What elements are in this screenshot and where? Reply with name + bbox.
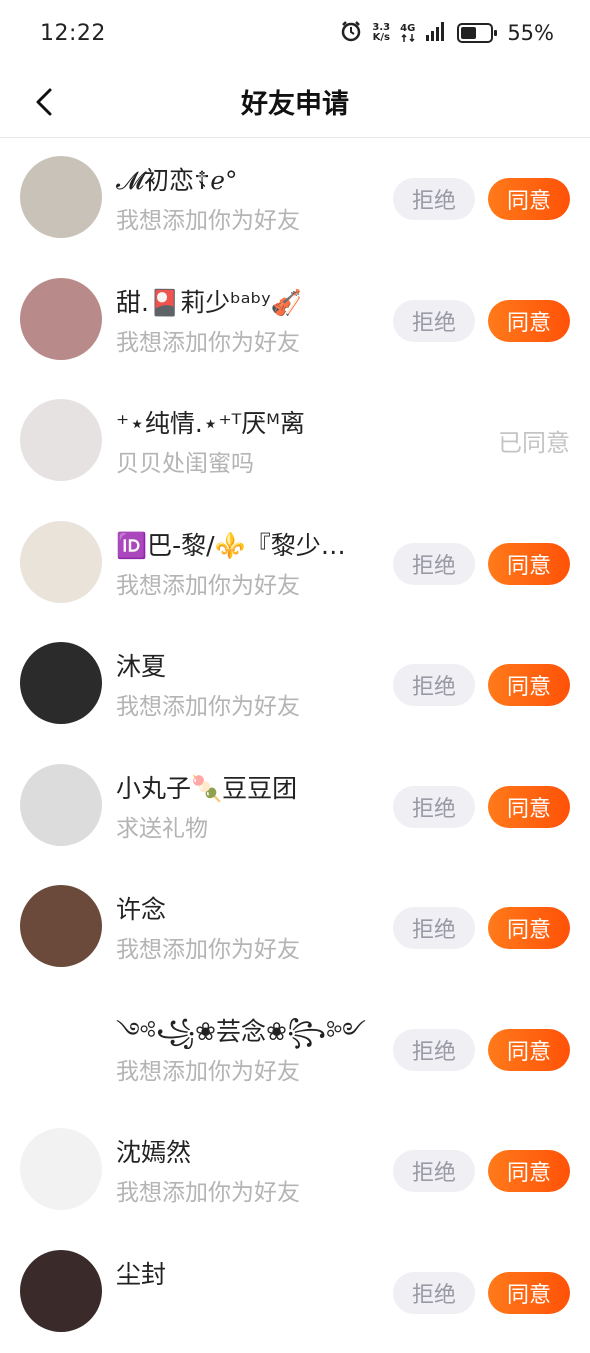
friend-request-row: 尘封 拒绝同意 xyxy=(0,1232,590,1353)
agree-button[interactable]: 同意 xyxy=(488,1029,570,1071)
requester-name: 𝓜初恋☦︎ℯ° xyxy=(116,164,386,198)
speed-unit: K/s xyxy=(373,33,390,43)
reject-button[interactable]: 拒绝 xyxy=(393,786,475,828)
requester-name: 沐夏 xyxy=(116,650,386,684)
requester-name: 小丸子🍡豆豆团 xyxy=(116,772,386,806)
request-message: 我想添加你为好友 xyxy=(116,1178,386,1208)
battery-fill xyxy=(461,27,476,39)
friend-request-row: 许念 我想添加你为好友 拒绝同意 xyxy=(0,867,590,989)
request-message: 求送礼物 xyxy=(116,814,386,844)
requester-name: 🆔巴-黎/⚜️『黎少… xyxy=(116,529,386,563)
agree-button[interactable]: 同意 xyxy=(488,786,570,828)
reject-button[interactable]: 拒绝 xyxy=(393,543,475,585)
friend-request-row: 沈嫣然 我想添加你为好友 拒绝同意 xyxy=(0,1110,590,1232)
reject-button[interactable]: 拒绝 xyxy=(393,907,475,949)
status-indicators: 3.3 K/s 4G 55% xyxy=(340,20,554,46)
status-time: 12:22 xyxy=(40,21,106,46)
agree-button[interactable]: 同意 xyxy=(488,1150,570,1192)
friend-request-row: 小丸子🍡豆豆团 求送礼物 拒绝同意 xyxy=(0,746,590,868)
reject-button[interactable]: 拒绝 xyxy=(393,300,475,342)
nav-bar: 好友申请 xyxy=(0,66,590,138)
avatar[interactable] xyxy=(20,764,102,846)
requester-name: ⁺⋆纯情.⋆⁺ᵀ厌ᴹ离 xyxy=(116,407,386,441)
reject-button[interactable]: 拒绝 xyxy=(393,664,475,706)
friend-request-row: 🆔巴-黎/⚜️『黎少… 我想添加你为好友 拒绝同意 xyxy=(0,503,590,625)
back-button[interactable] xyxy=(24,82,64,122)
avatar[interactable] xyxy=(20,1128,102,1210)
friend-request-row: ༺꧁❀芸念❀꧂༻ 我想添加你为好友 拒绝同意 xyxy=(0,989,590,1111)
status-bar: 12:22 3.3 K/s 4G 55% xyxy=(0,0,590,66)
request-message: 贝贝处闺蜜吗 xyxy=(116,449,386,479)
avatar[interactable] xyxy=(20,156,102,238)
chevron-left-icon xyxy=(32,87,56,117)
requester-name: 尘封 xyxy=(116,1258,386,1292)
agree-button[interactable]: 同意 xyxy=(488,907,570,949)
network-label: 4G xyxy=(400,24,415,34)
signal-icon xyxy=(425,21,447,45)
friend-request-list: 𝓜初恋☦︎ℯ° 我想添加你为好友 拒绝同意 甜.🎴莉少ᵇᵃᵇʸ🎻 我想添加你为好… xyxy=(0,138,590,1353)
request-message: 我想添加你为好友 xyxy=(116,692,386,722)
avatar[interactable] xyxy=(20,1007,102,1089)
network-type: 4G xyxy=(400,24,415,42)
friend-request-row: 沐夏 我想添加你为好友 拒绝同意 xyxy=(0,624,590,746)
avatar[interactable] xyxy=(20,399,102,481)
avatar[interactable] xyxy=(20,885,102,967)
agree-button[interactable]: 同意 xyxy=(488,178,570,220)
battery-percent: 55% xyxy=(507,21,554,45)
reject-button[interactable]: 拒绝 xyxy=(393,1272,475,1314)
requester-name: 甜.🎴莉少ᵇᵃᵇʸ🎻 xyxy=(116,286,386,320)
request-message: 我想添加你为好友 xyxy=(116,206,386,236)
requester-name: 许念 xyxy=(116,893,386,927)
reject-button[interactable]: 拒绝 xyxy=(393,1029,475,1071)
agree-button[interactable]: 同意 xyxy=(488,664,570,706)
agree-button[interactable]: 同意 xyxy=(488,543,570,585)
agree-button[interactable]: 同意 xyxy=(488,300,570,342)
requester-name: 沈嫣然 xyxy=(116,1136,386,1170)
reject-button[interactable]: 拒绝 xyxy=(393,178,475,220)
battery-icon xyxy=(457,23,493,43)
alarm-icon xyxy=(340,20,362,46)
request-message: 我想添加你为好友 xyxy=(116,935,386,965)
request-message: 我想添加你为好友 xyxy=(116,571,386,601)
page-title: 好友申请 xyxy=(241,82,349,121)
avatar[interactable] xyxy=(20,1250,102,1332)
agree-button[interactable]: 同意 xyxy=(488,1272,570,1314)
requester-name: ༺꧁❀芸念❀꧂༻ xyxy=(116,1015,386,1049)
friend-request-row: 甜.🎴莉少ᵇᵃᵇʸ🎻 我想添加你为好友 拒绝同意 xyxy=(0,260,590,382)
agreed-status: 已同意 xyxy=(498,423,570,458)
request-message: 我想添加你为好友 xyxy=(116,1057,386,1087)
request-message: 我想添加你为好友 xyxy=(116,328,386,358)
reject-button[interactable]: 拒绝 xyxy=(393,1150,475,1192)
network-speed: 3.3 K/s xyxy=(372,23,390,43)
avatar[interactable] xyxy=(20,642,102,724)
avatar[interactable] xyxy=(20,278,102,360)
friend-request-row: ⁺⋆纯情.⋆⁺ᵀ厌ᴹ离 贝贝处闺蜜吗 已同意 xyxy=(0,381,590,503)
avatar[interactable] xyxy=(20,521,102,603)
friend-request-row: 𝓜初恋☦︎ℯ° 我想添加你为好友 拒绝同意 xyxy=(0,138,590,260)
